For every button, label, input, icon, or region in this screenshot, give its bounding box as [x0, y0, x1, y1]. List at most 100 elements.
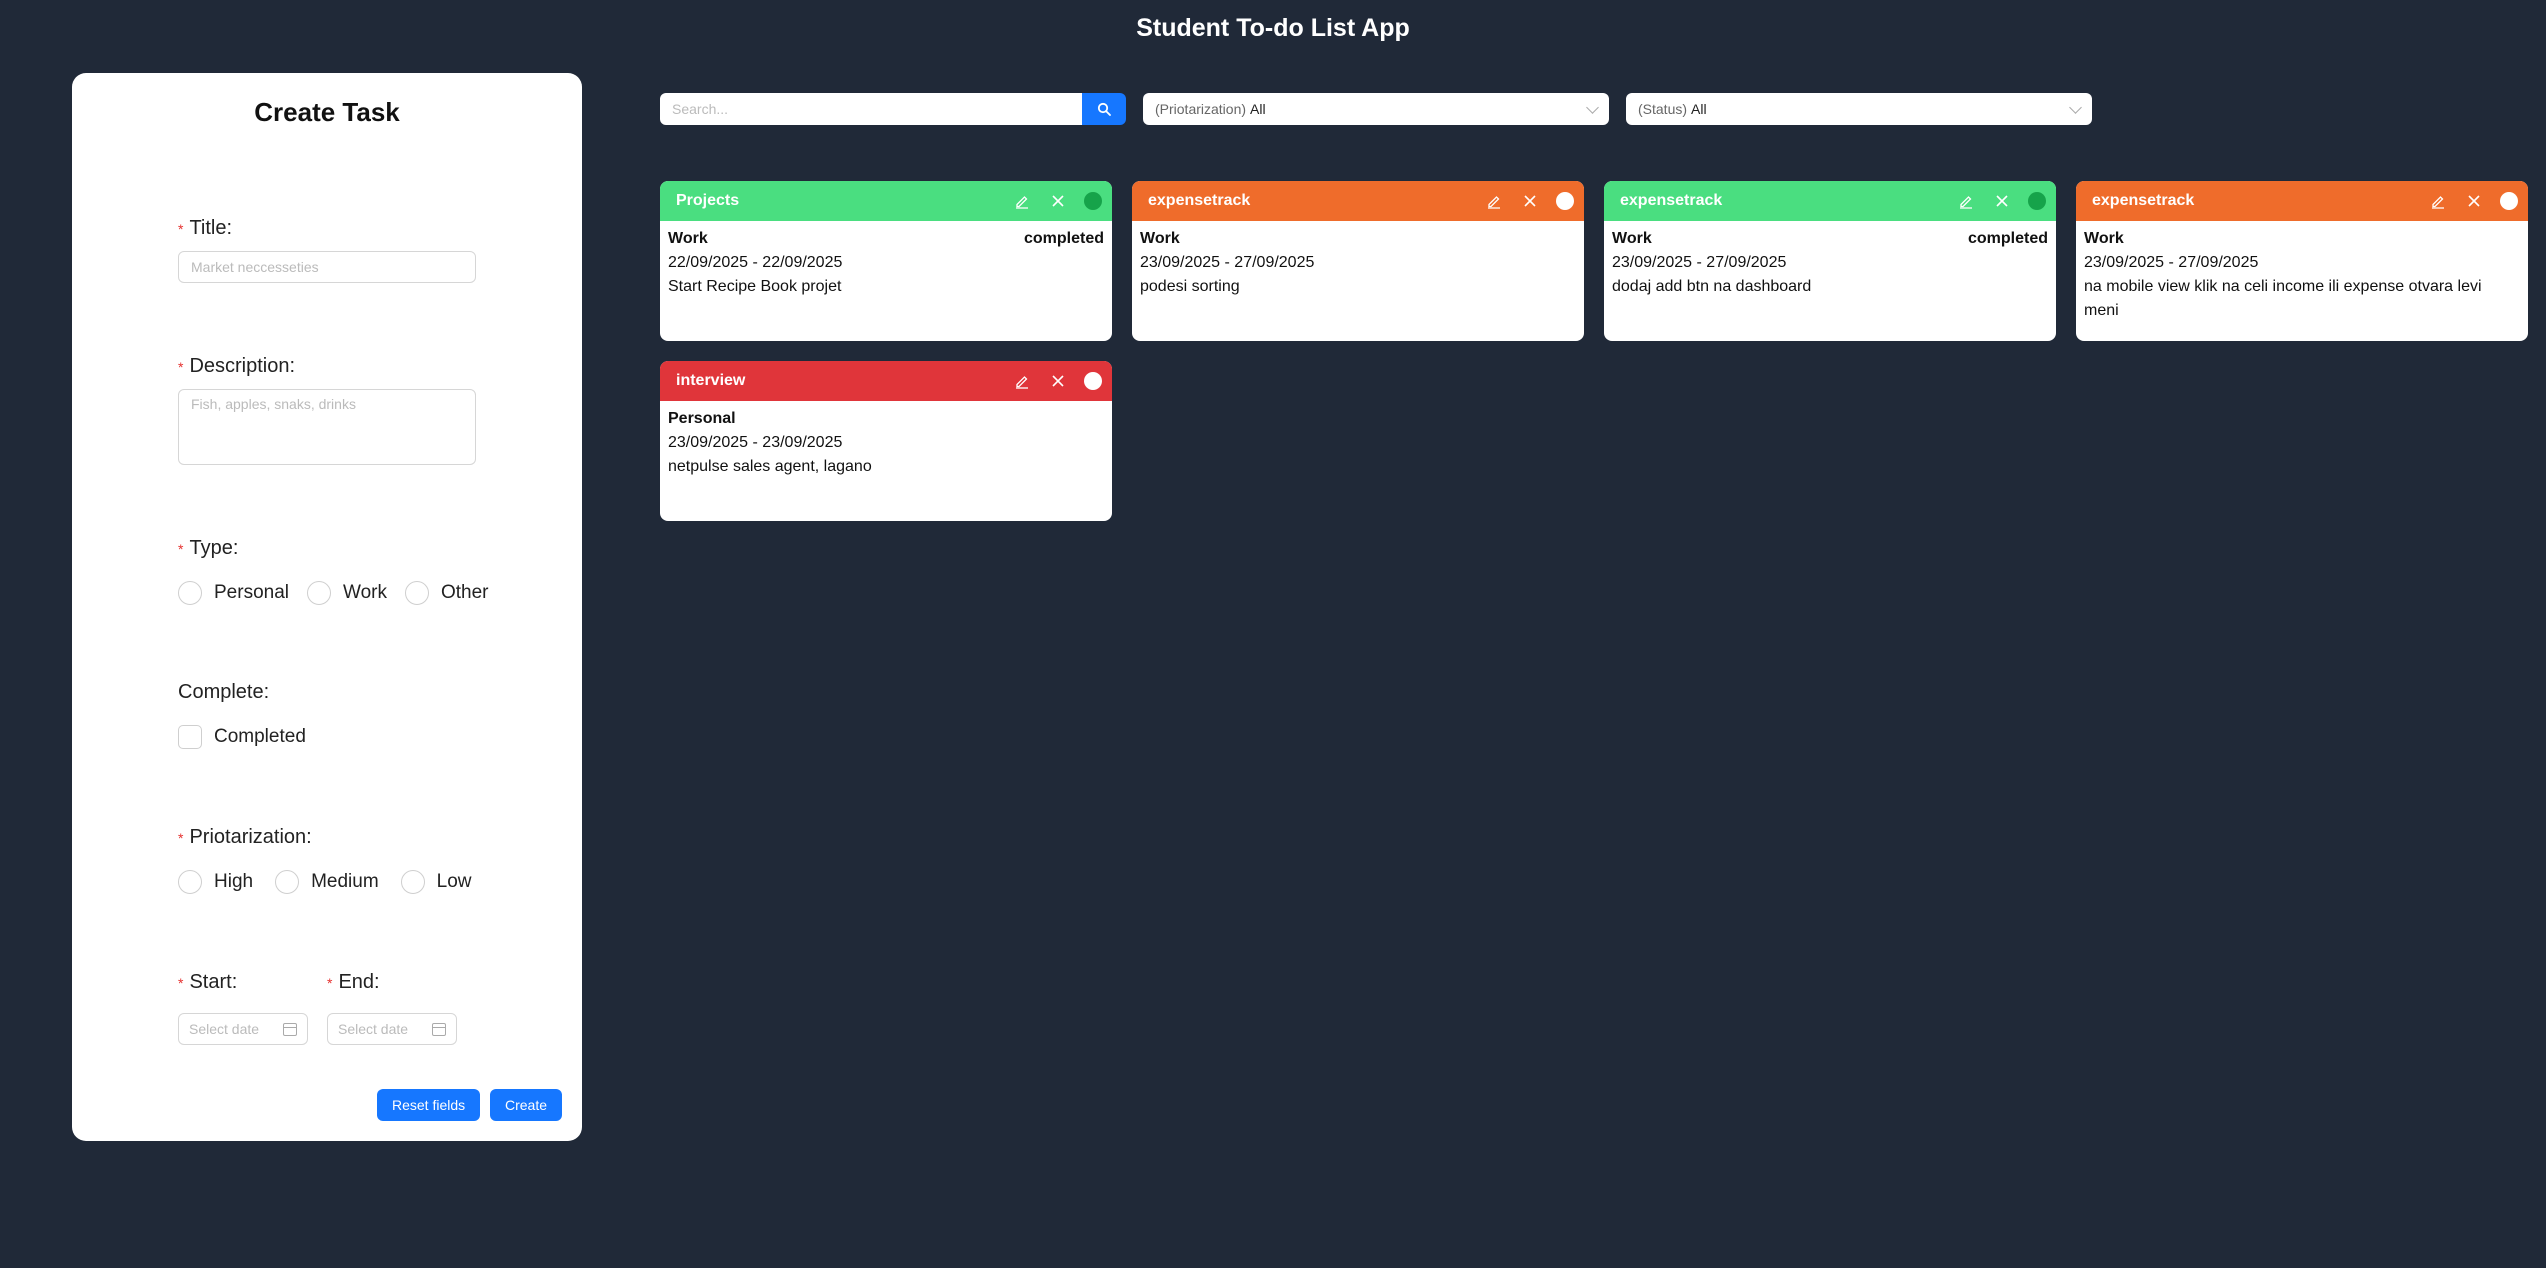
close-icon[interactable]: [1520, 191, 1540, 211]
priority-filter-value: All: [1250, 101, 1266, 117]
priority-filter-select[interactable]: (Priotarization) All: [1143, 93, 1609, 125]
status-toggle-dot[interactable]: [1084, 372, 1102, 390]
task-description: dodaj add btn na dashboard: [1612, 278, 1812, 295]
task-status: completed: [1023, 230, 1104, 247]
close-icon[interactable]: [1048, 191, 1068, 211]
task-meta-row: Work completed: [1612, 227, 2048, 251]
priority-option-high[interactable]: High: [178, 870, 253, 894]
edit-icon[interactable]: [1012, 371, 1032, 391]
start-date-picker[interactable]: Select date: [178, 1013, 308, 1045]
task-card-header: expensetrack: [1604, 181, 2056, 221]
title-label: * Title:: [178, 217, 232, 240]
status-toggle-dot[interactable]: [2028, 192, 2046, 210]
task-type: Work: [1140, 230, 1180, 247]
task-dates: 23/09/2025 - 27/09/2025: [1612, 254, 1787, 271]
task-type: Work: [2084, 230, 2124, 247]
task-card-body: Personal 23/09/2025 - 23/09/2025 netpuls…: [660, 401, 1112, 485]
title-label-text: Title:: [189, 217, 233, 239]
task-card-header: Projects: [660, 181, 1112, 221]
create-button[interactable]: Create: [490, 1089, 563, 1121]
edit-icon[interactable]: [2428, 191, 2448, 211]
chevron-down-icon: [1586, 100, 1599, 114]
close-icon[interactable]: [1048, 371, 1068, 391]
status-filter-prefix: (Status): [1638, 101, 1688, 117]
type-option-label: Personal: [214, 582, 289, 603]
radio-circle[interactable]: [404, 581, 429, 605]
radio-circle[interactable]: [400, 870, 425, 894]
task-title: expensetrack: [2092, 192, 2195, 209]
completed-option-label: Completed: [214, 726, 306, 747]
priority-option-low[interactable]: Low: [400, 870, 472, 894]
type-option-work[interactable]: Work: [307, 581, 387, 605]
task-description: na mobile view klik na celi income ili e…: [2084, 278, 2482, 319]
checkbox-square[interactable]: [178, 725, 202, 749]
radio-circle[interactable]: [275, 870, 300, 894]
priority-filter-prefix: (Priotarization): [1155, 101, 1247, 117]
task-meta-row: Personal: [668, 407, 1104, 431]
task-title: interview: [676, 372, 746, 389]
task-card-header: expensetrack: [2076, 181, 2528, 221]
start-date-placeholder: Select date: [189, 1021, 260, 1037]
type-label-text: Type:: [189, 537, 239, 559]
priority-label-text: Priotarization:: [189, 826, 312, 848]
close-icon[interactable]: [1992, 191, 2012, 211]
radio-circle[interactable]: [307, 581, 331, 605]
status-filter-value: All: [1691, 101, 1707, 117]
description-input[interactable]: Fish, apples, snaks, drinks: [178, 389, 476, 465]
completed-checkbox[interactable]: Completed: [178, 725, 306, 749]
search-input[interactable]: Search...: [660, 93, 1082, 125]
description-label-text: Description:: [189, 355, 296, 377]
search-bar: Search...: [660, 93, 1126, 125]
task-card: Projects Work completed 22/09/2025 - 22/…: [660, 181, 1112, 341]
task-type: Personal: [668, 410, 736, 427]
status-filter-select[interactable]: (Status) All: [1626, 93, 2092, 125]
close-icon[interactable]: [2464, 191, 2484, 211]
task-card-body: Work 23/09/2025 - 27/09/2025 na mobile v…: [2076, 221, 2528, 329]
required-marker: *: [178, 974, 184, 991]
title-input[interactable]: Market neccesseties: [178, 251, 476, 283]
task-description: Start Recipe Book projet: [668, 278, 842, 295]
end-date-picker[interactable]: Select date: [327, 1013, 457, 1045]
task-type: Work: [668, 230, 708, 247]
task-dates: 23/09/2025 - 27/09/2025: [1140, 254, 1315, 271]
radio-circle[interactable]: [178, 581, 202, 605]
priority-label: * Priotarization:: [178, 826, 312, 849]
edit-icon[interactable]: [1012, 191, 1032, 211]
radio-circle[interactable]: [178, 870, 202, 894]
status-filter-text: (Status) All: [1638, 101, 1707, 117]
task-dates: 23/09/2025 - 23/09/2025: [668, 434, 843, 451]
priority-filter-text: (Priotarization) All: [1155, 101, 1266, 117]
task-card-header: interview: [660, 361, 1112, 401]
complete-label: Complete:: [178, 681, 270, 703]
priority-option-label: Low: [436, 871, 472, 892]
description-label: * Description:: [178, 355, 295, 378]
type-radio-group: Personal Work Other: [178, 581, 507, 605]
start-label-text: Start:: [189, 971, 238, 993]
edit-icon[interactable]: [1956, 191, 1976, 211]
priority-option-label: High: [214, 871, 254, 892]
required-marker: *: [178, 358, 184, 375]
task-description: netpulse sales agent, lagano: [668, 458, 872, 475]
type-option-personal[interactable]: Personal: [178, 581, 289, 605]
create-task-panel: Create Task * Title: Market neccesseties …: [72, 73, 582, 1141]
status-toggle-dot[interactable]: [2500, 192, 2518, 210]
task-title: expensetrack: [1148, 192, 1251, 209]
priority-radio-group: High Medium Low: [178, 870, 490, 894]
calendar-icon: [432, 1022, 446, 1036]
search-button[interactable]: [1082, 93, 1126, 125]
task-meta-row: Work completed: [668, 227, 1104, 251]
task-card-body: Work completed 23/09/2025 - 27/09/2025 d…: [1604, 221, 2056, 305]
required-marker: *: [178, 540, 184, 557]
task-dates: 22/09/2025 - 22/09/2025: [668, 254, 843, 271]
task-dates: 23/09/2025 - 27/09/2025: [2084, 254, 2259, 271]
reset-fields-button[interactable]: Reset fields: [377, 1089, 481, 1121]
priority-option-label: Medium: [311, 871, 379, 892]
status-toggle-dot[interactable]: [1556, 192, 1574, 210]
edit-icon[interactable]: [1484, 191, 1504, 211]
task-card-body: Work 23/09/2025 - 27/09/2025 podesi sort…: [1132, 221, 1584, 305]
status-toggle-dot[interactable]: [1084, 192, 1102, 210]
task-card: expensetrack Work 23/09/2025 - 27/09/202…: [2076, 181, 2528, 341]
end-label: * End:: [327, 971, 380, 994]
priority-option-medium[interactable]: Medium: [275, 870, 379, 894]
type-option-other[interactable]: Other: [404, 581, 489, 605]
